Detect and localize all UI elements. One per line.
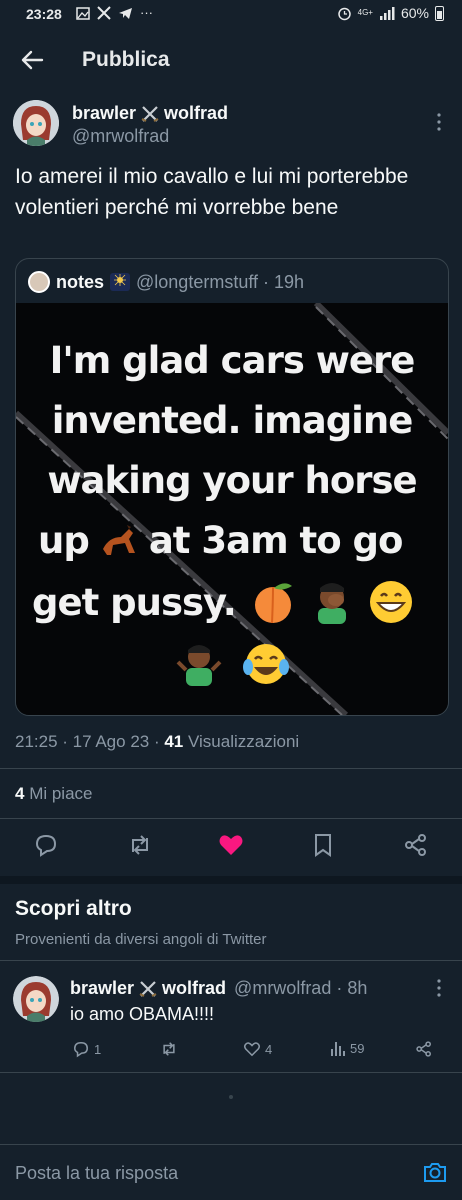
fireworks-emoji-icon [110,273,131,291]
status-time: 23:28 [26,6,62,22]
meme-line-3: waking your horse [47,459,417,502]
discover-title: Scopri altro [15,897,132,920]
facepalm-emoji-icon [317,583,346,624]
meme-line-1: I'm glad cars were [49,339,416,382]
shrug-emoji-icon [176,645,222,686]
back-arrow-icon[interactable] [18,46,46,74]
quoted-meta: @longtermstuff · 19h [136,271,305,292]
divider [0,960,462,961]
more-options-icon[interactable] [436,112,442,132]
reply-views-button[interactable]: 59 [330,1040,364,1056]
divider [0,818,462,819]
reply-meta: @mrwolfrad · 8h [234,978,368,998]
reply-header[interactable]: brawler wolfrad @mrwolfrad · 8h [70,978,367,999]
author-handle: @mrwolfrad [72,126,170,146]
likes-summary[interactable]: 4 Mi piace [15,784,93,804]
reply-like-button[interactable]: 4 [243,1040,272,1058]
retweet-icon[interactable] [127,832,153,858]
author-avatar[interactable] [13,100,59,146]
meme-line-4a: up [38,519,90,562]
reply-icon[interactable] [33,832,59,858]
quoted-avatar [28,271,50,293]
meme-line-5: get pussy. [32,580,237,624]
network-type: 4G+ [357,8,373,17]
bookmark-icon[interactable] [310,832,336,858]
signal-icon [379,7,395,20]
divider [0,1072,462,1073]
reply-author-avatar[interactable] [13,976,59,1022]
reply-more-options-icon[interactable] [436,978,442,998]
grinning-emoji-icon [369,581,412,623]
meme-line-2: invented. imagine [51,399,414,442]
meme-line-4b: at 3am to go [148,519,404,562]
reply-share-button[interactable] [415,1040,433,1058]
battery-icon [435,5,444,21]
reply-text: io amo OBAMA!!!! [70,1004,215,1024]
telegram-icon [119,7,132,19]
views-count: 41 [164,732,184,751]
analytics-icon [331,1042,345,1056]
alarm-icon [337,7,351,20]
retweet-icon [163,1042,175,1056]
quoted-display-name: notes [56,271,105,292]
battery-percent: 60% [400,5,429,21]
tears-of-joy-emoji-icon [243,644,289,684]
heart-icon [243,1042,261,1057]
reply-composer[interactable]: Posta la tua risposta [0,1144,462,1200]
reply-reply-button[interactable]: 1 [72,1040,101,1058]
reply-action-bar: 1 4 59 [0,1036,462,1064]
liked-heart-icon[interactable] [218,832,244,858]
share-icon [416,1041,431,1057]
gallery-icon [76,6,90,20]
page-title: Pubblica [82,48,170,71]
more-notifications-icon: ··· [140,5,153,20]
author-display-name[interactable]: brawler wolfrad [72,103,228,124]
loading-dot [229,1095,233,1099]
status-bar: 23:28 ··· 4G+ 60% [0,0,462,30]
share-icon[interactable] [403,832,429,858]
reply-icon [74,1042,88,1058]
quoted-post[interactable]: notes @longtermstuff · 19h I'm glad cars… [15,258,449,716]
camera-icon[interactable] [422,1159,448,1185]
peach-emoji-icon [254,583,292,624]
horse-emoji-icon [102,524,135,555]
section-separator [0,876,462,884]
crossed-swords-icon [139,980,157,997]
post-text: Io amerei il mio cavallo e lui mi porter… [15,165,409,219]
post-author[interactable]: brawler wolfrad @mrwolfrad [72,103,228,147]
reply-input[interactable]: Posta la tua risposta [15,1163,178,1184]
meme-image[interactable]: I'm glad cars were invented. imagine wak… [16,303,448,715]
top-header: Pubblica [0,34,462,86]
post-action-bar [0,828,462,864]
crossed-swords-icon [141,105,159,122]
discover-subtitle: Provenienti da diversi angoli di Twitter [15,931,267,948]
post-timestamp: 21:25 · 17 Ago 23 · 41 Visualizzazioni [15,732,300,751]
quoted-post-header: notes @longtermstuff · 19h [28,271,304,293]
reply-retweet-button[interactable] [160,1040,178,1058]
x-logo-icon [97,6,111,20]
divider [0,768,462,769]
